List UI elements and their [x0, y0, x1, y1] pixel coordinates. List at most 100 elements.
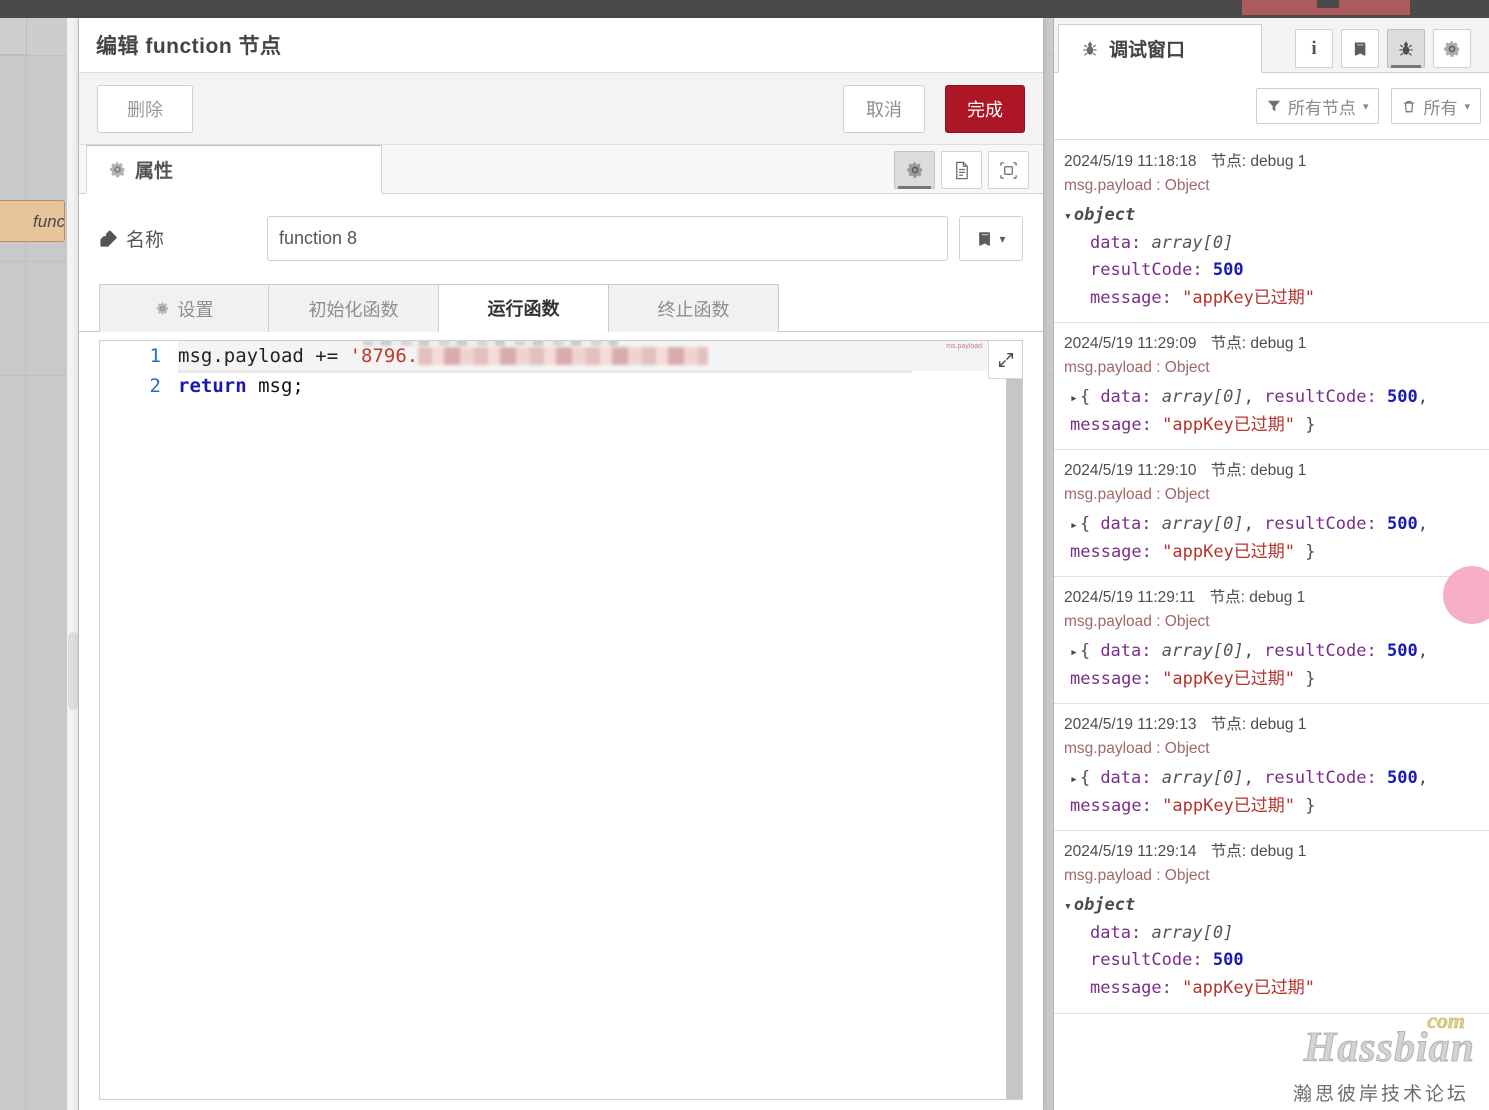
- name-input[interactable]: [267, 216, 948, 261]
- payload-field: message: "appKey已过期": [1064, 975, 1479, 1003]
- field-value: array[0]: [1161, 514, 1244, 535]
- field-key: message:: [1070, 668, 1152, 689]
- code-editor[interactable]: 1 2 msg.payload += '8796. return msg; ms…: [99, 340, 1023, 1100]
- debug-topic: msg.payload : Object: [1064, 359, 1210, 377]
- payload-field: message: "appKey已过期": [1064, 285, 1479, 313]
- field-value: "appKey已过期": [1162, 668, 1296, 689]
- payload-field: resultCode: 500: [1064, 257, 1479, 285]
- debug-message[interactable]: 2024/5/19 11:29:09 节点: debug 1 msg.paylo…: [1054, 323, 1489, 451]
- chevron-right-icon[interactable]: ▸: [1070, 645, 1078, 660]
- debug-payload: ▾ object data: array[0] resultCode: 500 m…: [1064, 202, 1479, 312]
- editor-vertical-scrollbar[interactable]: [1006, 379, 1022, 1099]
- property-tabstrip: 属性: [79, 145, 1043, 194]
- field-key: resultCode:: [1090, 950, 1203, 971]
- clear-filter-label: 所有: [1423, 98, 1458, 118]
- tab-on-start-label: 初始化函数: [308, 299, 399, 320]
- gear-icon[interactable]: [894, 151, 935, 189]
- name-row: 名称 ▾: [79, 194, 1043, 273]
- tab-on-message[interactable]: 运行函数: [439, 284, 609, 332]
- field-value: 500: [1212, 260, 1244, 281]
- field-value: 500: [1386, 768, 1418, 789]
- debug-timestamp: 2024/5/19 11:18:18: [1064, 153, 1197, 170]
- object-root-row[interactable]: ▾ object: [1064, 892, 1479, 920]
- debug-topic: msg.payload : Object: [1064, 486, 1210, 504]
- debug-source-node: 节点: debug 1: [1209, 589, 1306, 607]
- debug-message[interactable]: 2024/5/19 11:29:10 节点: debug 1 msg.paylo…: [1054, 450, 1489, 578]
- page-title: 编辑 function 节点: [96, 35, 282, 58]
- brace-close: }: [1295, 668, 1316, 689]
- debug-sidebar: 调试窗口 i 所有节点 ▾ 所有 ▾ 2024/5/19 11:18:18 节点…: [1053, 18, 1489, 1110]
- node-red-editor: 01 funct 编辑 function 节点 删除 取消 完成: [0, 0, 1489, 1110]
- delete-button[interactable]: 删除: [97, 84, 193, 133]
- code-token-property: msg.payload: [178, 345, 316, 367]
- field-key: data:: [1090, 922, 1142, 943]
- tab-on-stop[interactable]: 终止函数: [609, 284, 779, 332]
- chevron-down-icon: ▾: [999, 231, 1006, 246]
- brace-open: {: [1079, 514, 1101, 535]
- book-icon[interactable]: [1341, 29, 1379, 68]
- tag-icon: [99, 229, 118, 248]
- debug-topic: msg.payload : Object: [1064, 867, 1210, 885]
- brace-open: {: [1079, 768, 1101, 789]
- field-value: array[0]: [1161, 641, 1244, 662]
- field-value: "appKey已过期": [1182, 977, 1316, 998]
- chevron-right-icon[interactable]: ▸: [1070, 391, 1078, 406]
- debug-message[interactable]: 2024/5/19 11:18:18 节点: debug 1 msg.paylo…: [1054, 141, 1489, 324]
- expand-arrows-icon[interactable]: [988, 341, 1022, 379]
- editor-gutter: 1 2: [100, 341, 178, 1099]
- bug-icon[interactable]: [1387, 29, 1425, 68]
- field-sep: ,: [1417, 768, 1428, 789]
- workspace-scrollbar-thumb[interactable]: [68, 632, 78, 710]
- debug-payload: ▸{ data: array[0], resultCode: 500, mess…: [1064, 638, 1479, 693]
- sidebar-icon-group: i: [1295, 29, 1471, 68]
- node-filter-button[interactable]: 所有节点 ▾: [1255, 88, 1380, 124]
- function-node[interactable]: funct: [0, 200, 65, 242]
- debug-message[interactable]: 2024/5/19 11:29:13 节点: debug 1 msg.paylo…: [1054, 704, 1489, 832]
- payload-field: data: array[0]: [1064, 920, 1479, 948]
- tab-setup[interactable]: 设置: [99, 284, 269, 332]
- gear-icon[interactable]: [1433, 29, 1471, 68]
- dialog-header-icon-group: [894, 151, 1029, 189]
- name-label: 名称: [99, 225, 267, 252]
- line-number: 2: [149, 375, 161, 397]
- field-value: 500: [1212, 950, 1244, 971]
- debug-source-node: 节点: debug 1: [1210, 843, 1307, 861]
- chevron-down-icon[interactable]: ▾: [1064, 899, 1072, 914]
- tab-properties[interactable]: 属性: [86, 145, 382, 194]
- name-preset-menu-button[interactable]: ▾: [959, 216, 1023, 261]
- code-line-1[interactable]: msg.payload += '8796.: [178, 341, 1022, 371]
- clear-filter-button[interactable]: 所有 ▾: [1391, 88, 1481, 124]
- function-tabs: 设置 初始化函数 运行函数 终止函数: [79, 283, 1043, 332]
- cancel-button[interactable]: 取消: [843, 84, 925, 133]
- debug-message-header: 2024/5/19 11:18:18 节点: debug 1: [1064, 149, 1479, 171]
- debug-message[interactable]: 2024/5/19 11:29:14 节点: debug 1 msg.paylo…: [1054, 831, 1489, 1014]
- debug-message-list[interactable]: 2024/5/19 11:18:18 节点: debug 1 msg.paylo…: [1054, 141, 1489, 1110]
- field-sep: ,: [1417, 641, 1428, 662]
- chevron-right-icon[interactable]: ▸: [1070, 518, 1078, 533]
- code-line-2[interactable]: return msg;: [178, 371, 1022, 401]
- debug-message-header: 2024/5/19 11:29:10 节点: debug 1: [1064, 458, 1479, 480]
- field-value: "appKey已过期": [1162, 541, 1296, 562]
- debug-topic: msg.payload : Object: [1064, 613, 1210, 631]
- info-icon[interactable]: i: [1295, 29, 1333, 68]
- done-button[interactable]: 完成: [945, 84, 1025, 133]
- debug-payload: ▸{ data: array[0], resultCode: 500, mess…: [1064, 511, 1479, 566]
- appearance-icon[interactable]: [988, 151, 1029, 189]
- chevron-down-icon[interactable]: ▾: [1064, 209, 1072, 224]
- object-root-row[interactable]: ▾ object: [1064, 202, 1479, 230]
- field-sep: ,: [1417, 387, 1428, 408]
- debug-message[interactable]: 2024/5/19 11:29:11 节点: debug 1 msg.paylo…: [1054, 577, 1489, 705]
- field-key: message:: [1070, 541, 1152, 562]
- tab-on-start[interactable]: 初始化函数: [269, 284, 439, 332]
- editor-content[interactable]: msg.payload += '8796. return msg;: [178, 341, 1022, 1099]
- description-icon[interactable]: [941, 151, 982, 189]
- gear-icon: [109, 161, 126, 178]
- field-key: message:: [1090, 977, 1172, 998]
- object-label: object: [1073, 895, 1136, 916]
- field-sep: ,: [1243, 768, 1265, 789]
- field-key: message:: [1070, 414, 1152, 435]
- tab-debug[interactable]: 调试窗口: [1058, 24, 1262, 73]
- chevron-right-icon[interactable]: ▸: [1070, 772, 1078, 787]
- field-key: data:: [1100, 641, 1152, 662]
- filter-icon: [1267, 99, 1281, 113]
